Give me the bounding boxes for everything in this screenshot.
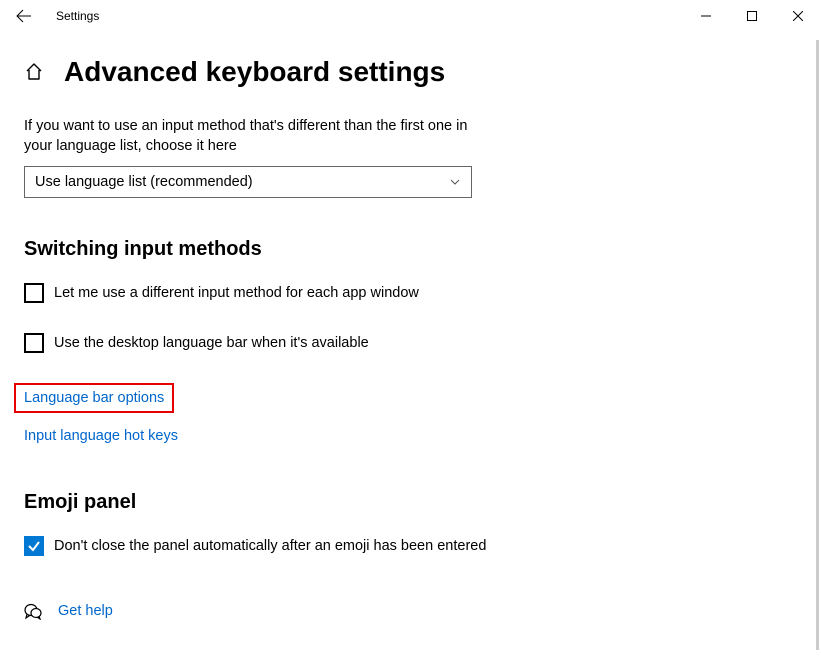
get-help-row[interactable]: Get help bbox=[24, 602, 797, 620]
checkbox-label: Don't close the panel automatically afte… bbox=[54, 538, 486, 554]
help-icon bbox=[24, 602, 42, 620]
checkbox-emoji-panel-stay-open[interactable]: Don't close the panel automatically afte… bbox=[24, 536, 797, 556]
checkbox-desktop-language-bar[interactable]: Use the desktop language bar when it's a… bbox=[24, 333, 797, 353]
checkbox-label: Let me use a different input method for … bbox=[54, 285, 419, 301]
window-controls bbox=[683, 0, 821, 32]
checkbox-box[interactable] bbox=[24, 536, 44, 556]
section-switching-title: Switching input methods bbox=[24, 238, 797, 261]
chevron-down-icon bbox=[449, 176, 461, 188]
content-area: Advanced keyboard settings If you want t… bbox=[0, 32, 821, 620]
dropdown-value: Use language list (recommended) bbox=[35, 174, 253, 190]
page-description: If you want to use an input method that'… bbox=[24, 116, 484, 156]
app-title: Settings bbox=[56, 9, 99, 23]
back-button[interactable] bbox=[16, 8, 32, 24]
home-icon[interactable] bbox=[24, 62, 44, 82]
checkbox-different-input-per-app[interactable]: Let me use a different input method for … bbox=[24, 283, 797, 303]
minimize-button[interactable] bbox=[683, 0, 729, 32]
checkbox-box[interactable] bbox=[24, 333, 44, 353]
page-header: Advanced keyboard settings bbox=[24, 56, 797, 88]
link-input-language-hotkeys[interactable]: Input language hot keys bbox=[24, 428, 178, 444]
page-title: Advanced keyboard settings bbox=[64, 56, 445, 88]
section-emoji-title: Emoji panel bbox=[24, 491, 797, 514]
input-method-dropdown[interactable]: Use language list (recommended) bbox=[24, 166, 472, 198]
highlight-annotation: Language bar options bbox=[14, 383, 174, 413]
link-get-help[interactable]: Get help bbox=[58, 603, 113, 619]
scrollbar[interactable] bbox=[816, 40, 819, 650]
link-language-bar-options[interactable]: Language bar options bbox=[24, 390, 164, 406]
checkbox-box[interactable] bbox=[24, 283, 44, 303]
maximize-button[interactable] bbox=[729, 0, 775, 32]
close-button[interactable] bbox=[775, 0, 821, 32]
checkbox-label: Use the desktop language bar when it's a… bbox=[54, 335, 369, 351]
